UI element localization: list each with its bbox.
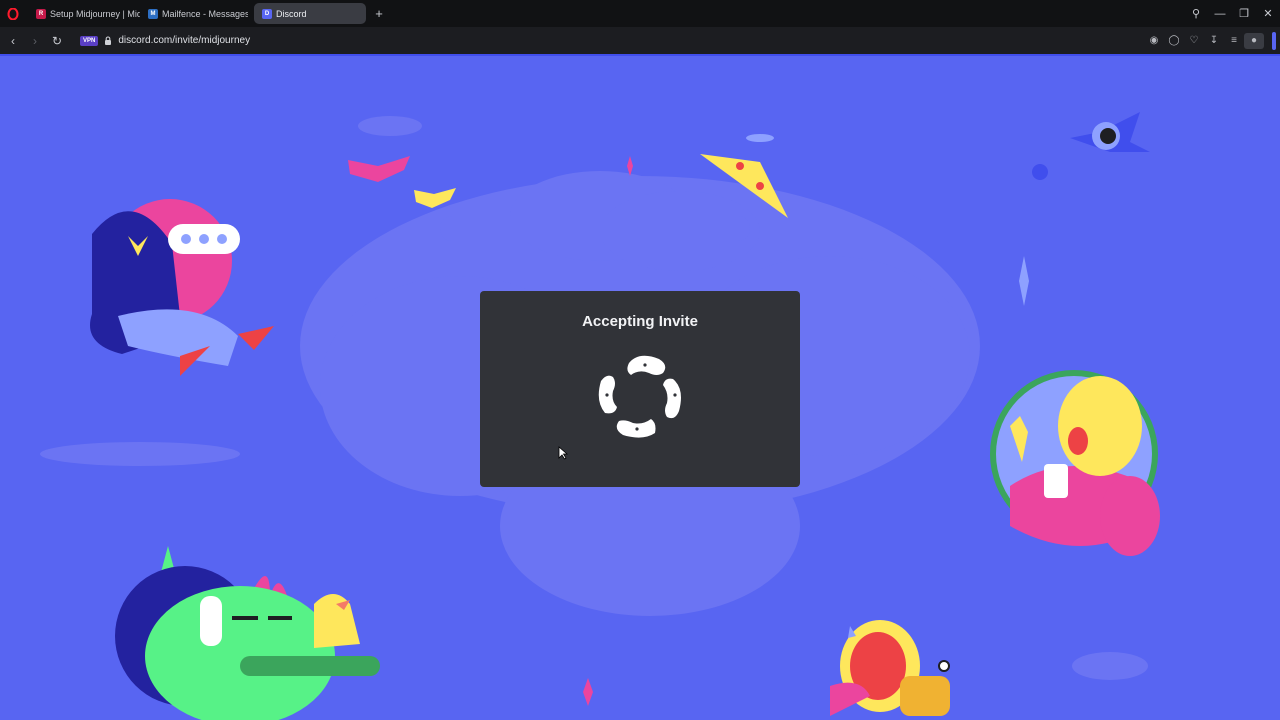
tab-label: Setup Midjourney | Midjo — [50, 8, 140, 19]
accepting-invite-modal: Accepting Invite — [480, 291, 800, 487]
sidebar-accent — [1272, 32, 1276, 50]
book-icon — [348, 156, 410, 182]
sparkle-icon — [583, 678, 593, 706]
trumpet-character — [830, 620, 950, 716]
hands-spinner-icon — [598, 355, 681, 438]
sparkle-icon — [627, 156, 633, 176]
modal-title: Accepting Invite — [582, 313, 698, 330]
book-icon — [414, 188, 456, 208]
character-with-phone — [90, 199, 274, 376]
mailfence-icon: M — [148, 8, 158, 19]
address-bar: ‹ › ↻ VPN discord.com/invite/midjourney — [0, 27, 1280, 54]
download-icon[interactable]: ↧ — [1204, 35, 1224, 46]
tab-bar: R Setup Midjourney | Midjo M Mailfence -… — [0, 0, 1280, 27]
fish-icon — [746, 134, 774, 142]
shield-icon[interactable]: ◯ — [1164, 35, 1184, 46]
discord-invite-page: Accepting Invite — [0, 54, 1280, 720]
sparkle-icon — [1019, 256, 1029, 306]
url-field[interactable]: discord.com/invite/midjourney — [118, 35, 250, 46]
search-tabs-icon[interactable]: ⚲ — [1184, 7, 1208, 20]
maximize-button[interactable]: ❐ — [1232, 7, 1256, 20]
profile-icon[interactable]: ● — [1244, 32, 1264, 49]
reload-button[interactable]: ↻ — [46, 34, 68, 48]
waving-character — [990, 370, 1160, 556]
lock-icon[interactable] — [104, 36, 112, 45]
rpi-icon: R — [36, 8, 46, 19]
menu-icon[interactable]: ≡ — [1224, 35, 1244, 46]
snapshot-icon[interactable]: ◉ — [1144, 35, 1164, 46]
mouse-cursor-icon — [558, 446, 568, 460]
back-button[interactable]: ‹ — [2, 34, 24, 48]
minimize-button[interactable]: — — [1208, 8, 1232, 20]
green-creature — [115, 566, 380, 720]
vpn-badge[interactable]: VPN — [80, 35, 99, 46]
tab-discord[interactable]: D Discord — [254, 3, 366, 24]
opera-logo-icon[interactable] — [6, 7, 20, 21]
heart-icon[interactable]: ♡ — [1184, 35, 1204, 46]
tab-setup-midjourney[interactable]: R Setup Midjourney | Midjo — [28, 3, 140, 24]
forward-button[interactable]: › — [24, 34, 46, 48]
tab-label: Discord — [276, 8, 307, 19]
tab-label: Mailfence - Messages — [162, 8, 248, 19]
new-tab-button[interactable]: + — [372, 6, 386, 21]
tab-mailfence[interactable]: M Mailfence - Messages — [140, 3, 248, 24]
close-window-button[interactable]: ✕ — [1256, 7, 1280, 20]
discord-icon: D — [262, 8, 272, 19]
bat-icon — [1032, 112, 1150, 180]
